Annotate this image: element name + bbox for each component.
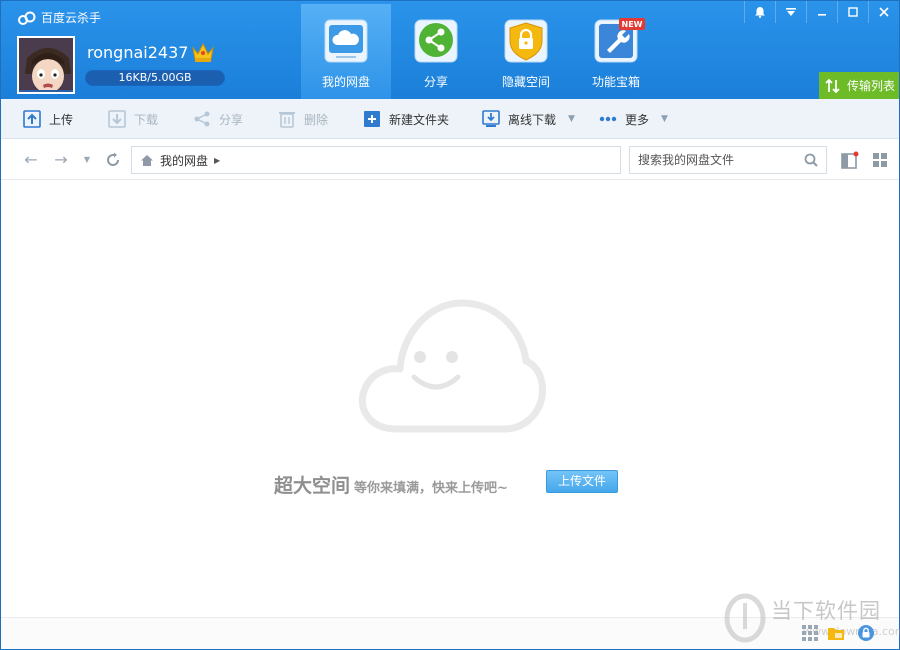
tab-hidden-space[interactable]: 隐藏空间 bbox=[481, 4, 571, 99]
delete-button[interactable]: 删除 bbox=[278, 107, 328, 131]
tab-share-label: 分享 bbox=[423, 75, 448, 89]
bell-icon[interactable] bbox=[744, 1, 775, 23]
vip-crown-icon[interactable] bbox=[191, 41, 215, 63]
tab-my-drive[interactable]: 我的网盘 bbox=[301, 4, 391, 99]
new-badge-text: NEW bbox=[622, 20, 643, 29]
smiling-cloud-icon bbox=[358, 299, 546, 433]
tab-toolbox[interactable]: NEW 功能宝箱 bbox=[571, 4, 661, 99]
offline-download-label: 离线下载 bbox=[508, 112, 557, 127]
refresh-icon[interactable] bbox=[103, 150, 123, 170]
home-icon[interactable] bbox=[140, 154, 154, 167]
search-placeholder: 搜索我的网盘文件 bbox=[638, 153, 735, 167]
lock-status-icon[interactable] bbox=[857, 624, 875, 642]
transfer-list-label: 传输列表 bbox=[847, 79, 896, 93]
window-controls bbox=[744, 1, 899, 23]
chevron-down-icon: ▼ bbox=[661, 114, 668, 124]
new-folder-icon bbox=[364, 111, 380, 127]
storage-quota: 16KB/5.00GB bbox=[85, 70, 225, 86]
username: rongnai2437 bbox=[87, 43, 189, 62]
app-window: 百度云杀手 rongnai2437 16KB/5.00GB 我的网盘 分享 隐藏… bbox=[0, 0, 900, 650]
transfer-icon bbox=[825, 78, 840, 93]
download-icon bbox=[108, 110, 126, 128]
folder-icon[interactable] bbox=[827, 624, 845, 642]
back-arrow-icon[interactable]: ← bbox=[21, 150, 41, 170]
cloud-drive-icon bbox=[324, 19, 368, 63]
share-icon bbox=[414, 19, 458, 63]
share-label: 分享 bbox=[219, 112, 244, 127]
upload-label: 上传 bbox=[49, 112, 74, 127]
download-label: 下载 bbox=[134, 112, 159, 127]
trash-icon bbox=[279, 112, 295, 128]
file-list-area: 超大空间 等你来填满，快来上传吧~ 上传文件 bbox=[1, 181, 899, 617]
list-view-icon[interactable] bbox=[841, 151, 859, 169]
menu-icon[interactable] bbox=[775, 1, 806, 23]
maximize-icon[interactable] bbox=[837, 1, 868, 23]
new-badge-icon: NEW bbox=[619, 18, 645, 30]
grid-view-icon[interactable] bbox=[871, 151, 889, 169]
delete-label: 删除 bbox=[304, 112, 329, 127]
chevron-down-icon: ▼ bbox=[568, 114, 575, 124]
header: 百度云杀手 rongnai2437 16KB/5.00GB 我的网盘 分享 隐藏… bbox=[1, 1, 899, 99]
search-input[interactable]: 搜索我的网盘文件 bbox=[629, 146, 827, 174]
more-dots-icon bbox=[599, 116, 617, 122]
watermark-text: 当下软件园 bbox=[771, 599, 881, 623]
address-bar: ← → ▼ 我的网盘 ▶ 搜索我的网盘文件 bbox=[1, 140, 899, 180]
offline-download-icon bbox=[482, 110, 500, 127]
more-button[interactable]: 更多 ▼ bbox=[599, 107, 668, 131]
minimize-icon[interactable] bbox=[806, 1, 837, 23]
download-button[interactable]: 下载 bbox=[108, 107, 158, 131]
share-toolbar-icon bbox=[194, 111, 210, 127]
app-title-text: 百度云杀手 bbox=[41, 11, 102, 25]
upload-icon bbox=[23, 110, 41, 128]
tab-share[interactable]: 分享 bbox=[391, 4, 481, 99]
upload-button[interactable]: 上传 bbox=[23, 107, 73, 131]
close-icon[interactable] bbox=[868, 1, 899, 23]
share-button[interactable]: 分享 bbox=[193, 107, 243, 131]
lock-icon bbox=[504, 19, 548, 63]
new-folder-button[interactable]: 新建文件夹 bbox=[363, 107, 449, 131]
avatar[interactable] bbox=[17, 36, 75, 94]
tab-toolbox-label: 功能宝箱 bbox=[591, 75, 640, 89]
upload-file-button[interactable]: 上传文件 bbox=[546, 470, 618, 493]
breadcrumb[interactable]: 我的网盘 ▶ bbox=[131, 146, 621, 174]
baidu-cloud-logo-icon bbox=[18, 11, 36, 25]
empty-state-subtext: 等你来填满，快来上传吧~ bbox=[354, 481, 508, 496]
empty-state-headline: 超大空间 bbox=[274, 475, 351, 497]
history-dropdown-icon[interactable]: ▼ bbox=[77, 150, 97, 170]
toolbar: 上传 下载 分享 删除 新建文件夹 离线下载 ▼ 更多 ▼ bbox=[1, 99, 899, 139]
avatar-image bbox=[19, 38, 73, 92]
transfer-list-button[interactable]: 传输列表 bbox=[819, 72, 899, 99]
forward-arrow-icon[interactable]: → bbox=[51, 150, 71, 170]
search-icon[interactable] bbox=[804, 153, 818, 167]
breadcrumb-arrow-icon[interactable]: ▶ bbox=[214, 156, 220, 165]
tab-hidden-space-label: 隐藏空间 bbox=[501, 75, 550, 89]
app-title: 百度云杀手 bbox=[17, 9, 101, 26]
tab-my-drive-label: 我的网盘 bbox=[321, 75, 370, 89]
new-folder-label: 新建文件夹 bbox=[389, 112, 450, 127]
offline-download-button[interactable]: 离线下载 ▼ bbox=[482, 107, 575, 131]
tile-view-icon[interactable] bbox=[801, 624, 819, 642]
breadcrumb-root[interactable]: 我的网盘 bbox=[160, 152, 208, 169]
watermark-logo-icon bbox=[724, 593, 766, 643]
more-label: 更多 bbox=[625, 112, 650, 127]
empty-state-message: 超大空间 等你来填满，快来上传吧~ bbox=[274, 471, 508, 498]
